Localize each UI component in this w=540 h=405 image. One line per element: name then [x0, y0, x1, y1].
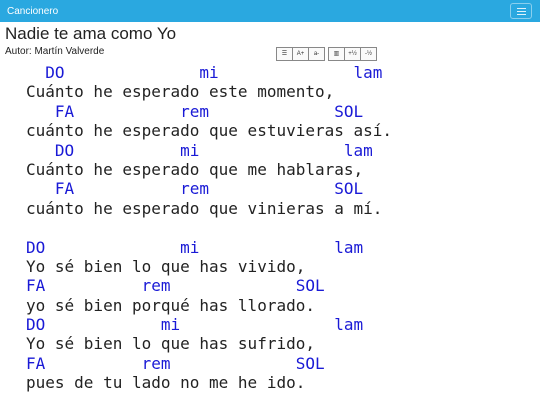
- transpose-up-button[interactable]: +½: [344, 47, 361, 61]
- chord-line: DO mi lam: [26, 315, 364, 335]
- hamburger-icon-bar: [516, 10, 526, 12]
- columns-button[interactable]: ▥: [328, 47, 345, 61]
- font-increase-button[interactable]: A+: [292, 47, 309, 61]
- app-title[interactable]: Cancionero: [7, 6, 58, 17]
- lyric-line: Yo sé bien lo que has sufrido,: [26, 334, 315, 354]
- app-header: Cancionero: [0, 0, 540, 22]
- list-view-button[interactable]: ☰: [276, 47, 293, 61]
- lyric-line: Yo sé bien lo que has vivido,: [26, 256, 306, 276]
- transpose-down-button[interactable]: -½: [360, 47, 377, 61]
- hamburger-icon-bar: [516, 13, 526, 15]
- view-tools: ☰ A+ a-: [276, 47, 325, 61]
- song-toolbar: ☰ A+ a- ▥ +½ -½: [276, 47, 380, 61]
- lyric-line: Cuánto he esperado este momento,: [26, 82, 335, 102]
- lyric-line: Cuánto he esperado que me hablaras,: [26, 159, 364, 179]
- song-title: Nadie te ama como Yo: [5, 24, 177, 43]
- chord-line: FA rem SOL: [26, 101, 364, 121]
- chord-line: FA rem SOL: [26, 276, 325, 296]
- chord-line: FA rem SOL: [26, 353, 325, 373]
- lyric-line: yo sé bien porqué has llorado.: [26, 295, 315, 315]
- song-author: Autor: Martín Valverde: [5, 46, 105, 57]
- chord-line: DO mi lam: [26, 237, 364, 257]
- chord-line: FA rem SOL: [26, 179, 364, 199]
- chord-line: DO mi lam: [26, 140, 373, 160]
- menu-toggle-button[interactable]: [510, 3, 532, 19]
- chord-line: DO mi lam: [26, 63, 383, 82]
- lyric-line: cuánto he esperado que vinieras a mí.: [26, 198, 383, 218]
- lyric-line: pues de tu lado no me he ido.: [26, 373, 306, 393]
- lyric-line: cuánto he esperado que estuvieras así.: [26, 121, 393, 141]
- hamburger-icon-bar: [516, 7, 526, 9]
- font-decrease-button[interactable]: a-: [308, 47, 325, 61]
- song-body: DO mi lam Cuánto he esperado este momento…: [26, 63, 392, 393]
- transpose-tools: ▥ +½ -½: [328, 47, 377, 61]
